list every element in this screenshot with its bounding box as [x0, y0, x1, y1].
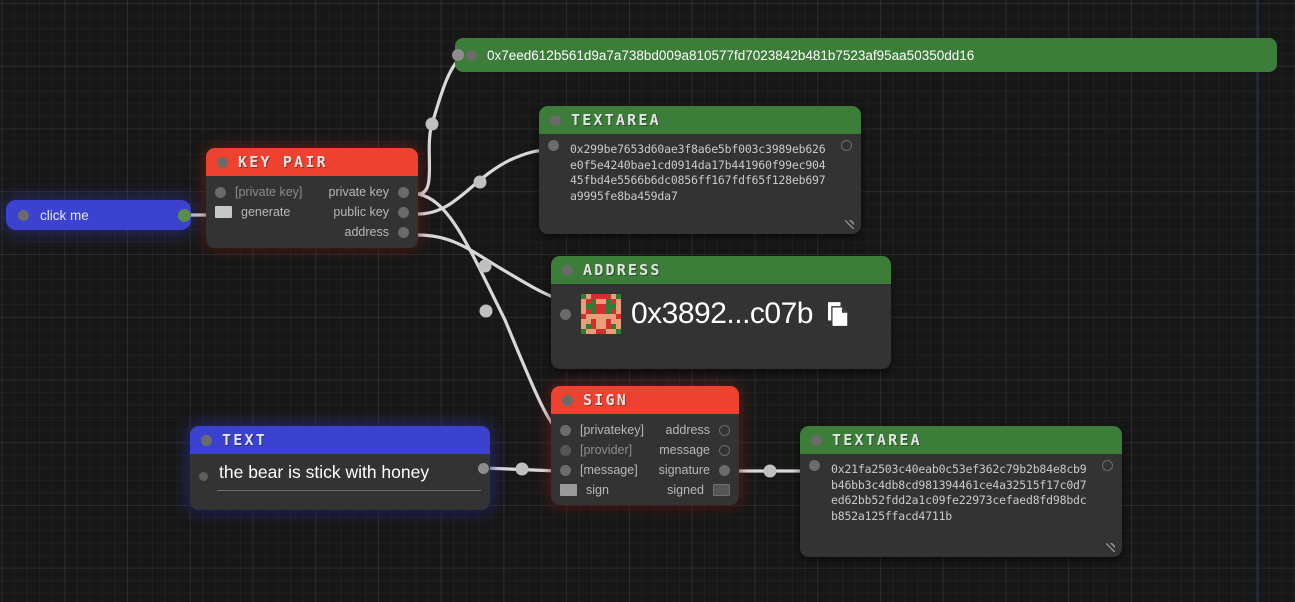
hash-value-text: 0x7eed612b561d9a7a738bd009a810577fd70238… — [487, 48, 974, 63]
port-private-key-out[interactable] — [398, 187, 409, 198]
label-sign-signature-out: signature — [659, 463, 710, 477]
textarea-signature-header[interactable]: TEXTAREA — [800, 426, 1122, 454]
key-pair-row-3: address — [206, 222, 418, 242]
textarea-public-key-node[interactable]: TEXTAREA 0x299be7653d60ae3f8a6e5bf003c39… — [539, 106, 861, 234]
port-textarea-signature-out[interactable] — [1102, 460, 1113, 471]
label-signed: signed — [667, 483, 704, 497]
node-collapse-dot[interactable] — [201, 435, 212, 446]
sign-node[interactable]: SIGN [privatekey] address [provider] — [551, 386, 739, 505]
wire-privatekey-to-sign — [418, 194, 558, 431]
sign-row-2: [provider] message — [551, 440, 739, 460]
wire-text-to-sign-message — [484, 468, 558, 471]
port-address-out[interactable] — [398, 227, 409, 238]
port-sign-signature-out[interactable] — [719, 465, 730, 476]
label-address-out: address — [345, 225, 389, 239]
label-sign-button: sign — [586, 483, 609, 497]
textarea-public-key-title: TEXTAREA — [571, 111, 661, 129]
hash-display-node[interactable]: 0x7eed612b561d9a7a738bd009a810577fd70238… — [455, 38, 1277, 74]
sign-header[interactable]: SIGN — [551, 386, 739, 414]
wire-publickey-to-textarea — [418, 150, 549, 214]
sign-title: SIGN — [583, 391, 628, 409]
sign-row-3: [message] signature — [551, 460, 739, 480]
click-me-label: click me — [40, 208, 89, 223]
blockie-identicon — [581, 294, 621, 334]
hash-node-left-port[interactable] — [452, 49, 464, 61]
label-private-key-out: private key — [329, 185, 389, 199]
port-sign-message-in[interactable] — [560, 465, 571, 476]
textarea-public-key-value[interactable]: 0x299be7653d60ae3f8a6e5bf003c3989eb626e0… — [570, 142, 830, 204]
port-text-out[interactable] — [478, 463, 489, 474]
textarea-signature-value[interactable]: 0x21fa2503c40eab0c53ef362c79b2b84e8cb9b4… — [831, 462, 1091, 524]
click-me-output-port[interactable] — [178, 209, 191, 222]
sign-button[interactable] — [560, 484, 577, 496]
address-title: ADDRESS — [583, 261, 662, 279]
copy-icon[interactable] — [823, 299, 853, 329]
wire-midpoint-dot — [426, 118, 439, 131]
generate-button[interactable] — [215, 206, 232, 218]
address-node[interactable]: ADDRESS — [551, 256, 891, 369]
text-node-title: TEXT — [222, 431, 267, 449]
label-sign-message-out: message — [659, 443, 710, 457]
node-collapse-dot[interactable] — [550, 115, 561, 126]
port-sign-provider-in[interactable] — [560, 445, 571, 456]
click-me-button-node[interactable]: click me — [6, 200, 191, 230]
port-public-key-out[interactable] — [398, 207, 409, 218]
text-node[interactable]: TEXT the bear is stick with honey — [190, 426, 490, 510]
sign-row-4: sign signed — [551, 480, 739, 500]
port-textarea-public-key-in[interactable] — [548, 140, 559, 151]
viewport-guide-line — [1257, 0, 1259, 602]
port-sign-message-out[interactable] — [719, 445, 730, 456]
sign-row-1: [privatekey] address — [551, 420, 739, 440]
wire-midpoint-dot — [474, 176, 487, 189]
hash-node-input-port[interactable] — [466, 50, 477, 61]
key-pair-row-1: [private key] private key — [206, 182, 418, 202]
port-address-in[interactable] — [560, 309, 571, 320]
node-collapse-dot[interactable] — [811, 435, 822, 446]
label-sign-privatekey: [privatekey] — [580, 423, 644, 437]
label-sign-address-out: address — [666, 423, 710, 437]
port-text-in[interactable] — [199, 472, 208, 481]
wire-midpoint-dot — [479, 260, 492, 273]
node-collapse-dot[interactable] — [18, 210, 29, 221]
wire-midpoint-dot — [480, 305, 493, 318]
wire-midpoint-dot — [516, 463, 529, 476]
wire-privatekey-to-hash — [418, 56, 463, 194]
text-node-header[interactable]: TEXT — [190, 426, 490, 454]
textarea-signature-title: TEXTAREA — [832, 431, 922, 449]
key-pair-header[interactable]: KEY PAIR — [206, 148, 418, 176]
key-pair-row-2: generate public key — [206, 202, 418, 222]
text-input-field[interactable]: the bear is stick with honey — [217, 462, 481, 491]
label-private-key-in: [private key] — [235, 185, 302, 199]
port-private-key-in[interactable] — [215, 187, 226, 198]
port-textarea-signature-in[interactable] — [809, 460, 820, 471]
signed-toggle[interactable] — [713, 484, 730, 496]
label-sign-provider: [provider] — [580, 443, 632, 457]
node-collapse-dot[interactable] — [562, 395, 573, 406]
address-header[interactable]: ADDRESS — [551, 256, 891, 284]
port-textarea-public-key-out[interactable] — [841, 140, 852, 151]
wire-midpoint-dot — [764, 465, 777, 478]
label-generate: generate — [241, 205, 290, 219]
textarea-resize-grip[interactable] — [1106, 543, 1115, 552]
key-pair-node[interactable]: KEY PAIR [private key] private key gener… — [206, 148, 418, 248]
wire-address-to-addressnode — [418, 235, 559, 299]
node-graph-canvas[interactable]: click me 0x7eed612b561d9a7a738bd009a8105… — [0, 0, 1295, 602]
textarea-public-key-header[interactable]: TEXTAREA — [539, 106, 861, 134]
label-public-key-out: public key — [333, 205, 389, 219]
label-sign-message-in: [message] — [580, 463, 638, 477]
textarea-resize-grip[interactable] — [845, 220, 854, 229]
port-sign-address-out[interactable] — [719, 425, 730, 436]
node-collapse-dot[interactable] — [562, 265, 573, 276]
node-collapse-dot[interactable] — [217, 157, 228, 168]
port-sign-privatekey-in[interactable] — [560, 425, 571, 436]
textarea-signature-node[interactable]: TEXTAREA 0x21fa2503c40eab0c53ef362c79b2b… — [800, 426, 1122, 557]
key-pair-title: KEY PAIR — [238, 153, 328, 171]
address-value-text: 0x3892...c07b — [631, 297, 813, 331]
